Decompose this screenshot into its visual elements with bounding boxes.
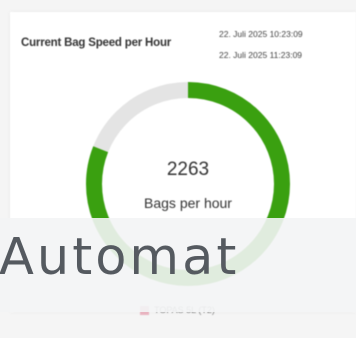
overlay-banner: Automat — [0, 218, 356, 312]
widget-title: Current Bag Speed per Hour — [21, 37, 172, 49]
time-range-end: 22. Juli 2025 11:23:09 — [219, 50, 303, 60]
time-range-start: 22. Juli 2025 10:23:09 — [219, 29, 303, 39]
page: Current Bag Speed per Hour 22. Juli 2025… — [0, 0, 356, 338]
overlay-text: Automat — [0, 228, 240, 287]
gauge-value: 2263 — [166, 159, 210, 180]
gauge-unit: Bags per hour — [144, 195, 232, 211]
